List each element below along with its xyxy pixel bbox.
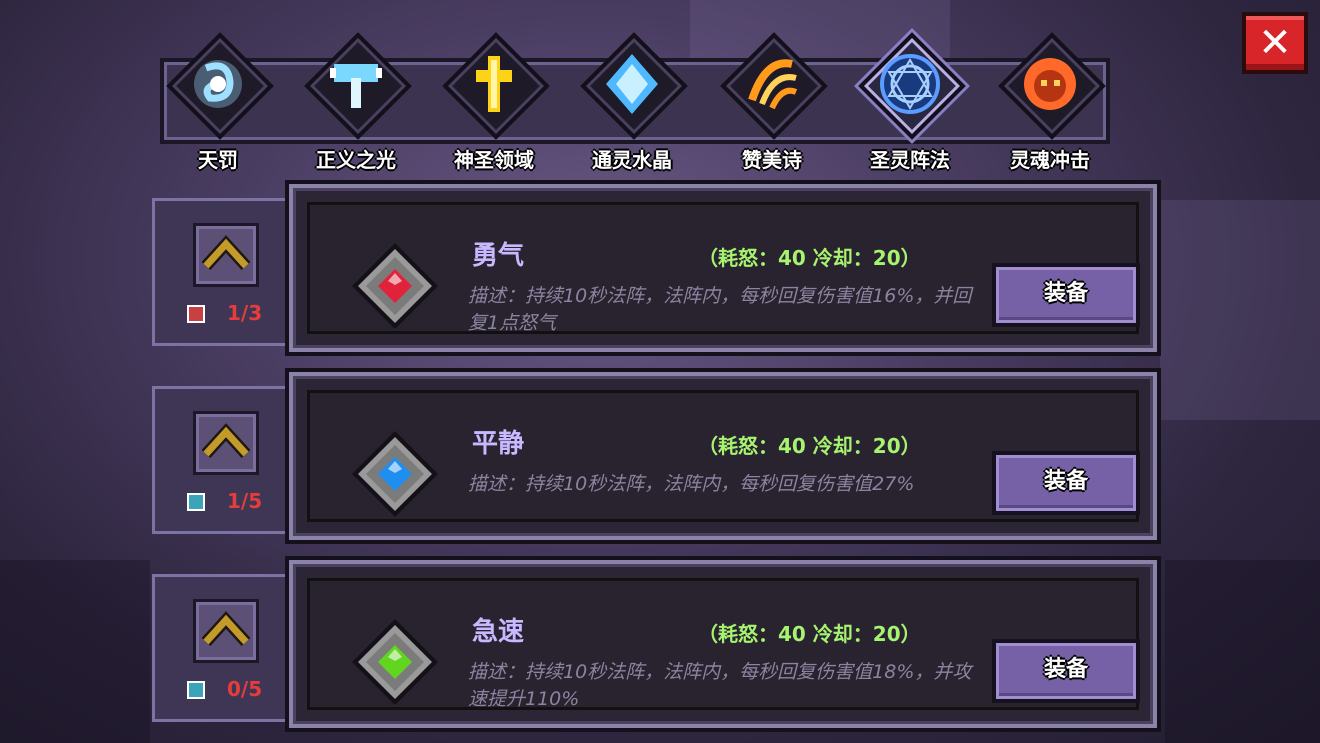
bg-decoration — [0, 560, 150, 743]
skill-name: 平静 — [472, 429, 525, 459]
tab-fire-skull[interactable]: 灵魂冲击 — [990, 32, 1110, 172]
tab-lightning-swirl[interactable]: 天罚 — [158, 32, 278, 172]
chevron-up-icon — [202, 611, 250, 647]
bg-decoration — [1160, 200, 1320, 420]
upgrade-button[interactable] — [193, 223, 259, 287]
tab-label: 圣灵阵法 — [870, 148, 950, 172]
skill-card: 勇气 （耗怒：40 冷却：20） 描述：持续10秒法阵，法阵内，每秒回复伤害值16%… — [285, 180, 1161, 356]
gem-icon — [352, 431, 438, 517]
blue-crystal-icon — [606, 54, 658, 114]
equip-button[interactable]: 装备 — [992, 451, 1140, 515]
skill-cost: （耗怒：40 冷却：20） — [698, 622, 921, 646]
fire-skull-icon — [1024, 58, 1076, 110]
tab-label: 灵魂冲击 — [1010, 148, 1090, 172]
tab-frame — [998, 32, 1106, 140]
upgrade-count: 1/5 — [227, 489, 263, 513]
tab-label: 神圣领域 — [454, 148, 534, 172]
tab-fire-claw[interactable]: 赞美诗 — [712, 32, 832, 172]
bg-decoration — [1165, 560, 1320, 743]
skill-name: 勇气 — [472, 241, 525, 271]
skill-card-inner: 勇气 （耗怒：40 冷却：20） 描述：持续10秒法阵，法阵内，每秒回复伤害值16%… — [307, 202, 1140, 334]
equip-button[interactable]: 装备 — [992, 639, 1140, 703]
skill-description: 描述：持续10秒法阵，法阵内，每秒回复伤害值16%，并回复1点怒气 — [468, 285, 972, 334]
upgrade-panel: 1/5 — [152, 386, 292, 534]
chevron-up-icon — [202, 235, 250, 271]
scroll-icon — [187, 681, 205, 699]
tab-frame — [858, 32, 966, 140]
tab-label: 通灵水晶 — [592, 148, 672, 172]
tab-frame — [304, 32, 412, 140]
tab-frame — [720, 32, 828, 140]
gem-icon — [352, 243, 438, 329]
tab-golden-cross[interactable]: 神圣领域 — [434, 32, 554, 172]
skill-name: 急速 — [472, 617, 525, 647]
tab-label: 赞美诗 — [742, 148, 802, 172]
golden-cross-icon — [476, 56, 512, 112]
tab-label: 天罚 — [198, 148, 238, 172]
lightning-swirl-icon — [194, 60, 242, 108]
skill-card-inner: 平静 （耗怒：40 冷却：20） 描述：持续10秒法阵，法阵内，每秒回复伤害值27%… — [307, 390, 1140, 522]
tab-blue-crystal[interactable]: 通灵水晶 — [572, 32, 692, 172]
scroll-icon — [187, 305, 205, 323]
tab-magic-circle[interactable]: 圣灵阵法 — [850, 32, 970, 172]
tab-label: 正义之光 — [316, 148, 396, 172]
skill-card: 急速 （耗怒：40 冷却：20） 描述：持续10秒法阵，法阵内，每秒回复伤害值18%… — [285, 556, 1161, 732]
magic-circle-icon — [880, 54, 940, 114]
tab-holy-hammer[interactable]: 正义之光 — [296, 32, 416, 172]
skill-description: 描述：持续10秒法阵，法阵内，每秒回复伤害值18%，并攻速提升110% — [468, 661, 972, 710]
upgrade-count: 0/5 — [227, 677, 263, 701]
scroll-icon — [187, 493, 205, 511]
chevron-up-icon — [202, 423, 250, 459]
upgrade-panel: 0/5 — [152, 574, 292, 722]
gem-icon — [352, 619, 438, 705]
skill-card-inner: 急速 （耗怒：40 冷却：20） 描述：持续10秒法阵，法阵内，每秒回复伤害值18%… — [307, 578, 1140, 710]
skill-cost: （耗怒：40 冷却：20） — [698, 246, 921, 270]
tab-frame — [442, 32, 550, 140]
skill-card: 平静 （耗怒：40 冷却：20） 描述：持续10秒法阵，法阵内，每秒回复伤害值27%… — [285, 368, 1161, 544]
upgrade-panel: 1/3 — [152, 198, 292, 346]
upgrade-count: 1/3 — [227, 301, 263, 325]
fire-claw-icon — [748, 59, 798, 110]
holy-hammer-icon — [330, 64, 382, 108]
skill-cost: （耗怒：40 冷却：20） — [698, 434, 921, 458]
tab-frame — [166, 32, 274, 140]
upgrade-button[interactable] — [193, 599, 259, 663]
equip-button[interactable]: 装备 — [992, 263, 1140, 327]
close-button[interactable]: ✕ — [1242, 12, 1308, 74]
upgrade-button[interactable] — [193, 411, 259, 475]
tab-frame — [580, 32, 688, 140]
skill-description: 描述：持续10秒法阵，法阵内，每秒回复伤害值27% — [468, 473, 915, 495]
